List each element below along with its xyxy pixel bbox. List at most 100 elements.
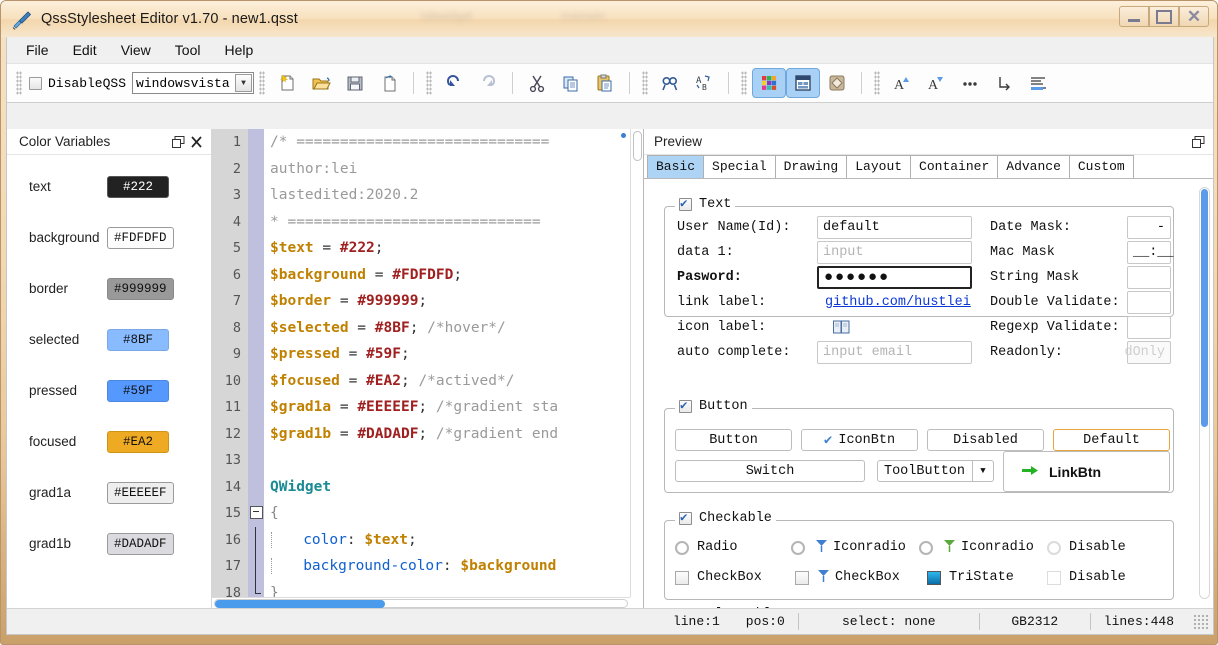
button-plain[interactable]: Button — [675, 429, 792, 451]
find-icon[interactable] — [653, 68, 687, 98]
color-swatch[interactable]: #222 — [107, 175, 169, 198]
color-swatch[interactable]: #999999 — [107, 277, 174, 300]
menu-view[interactable]: View — [110, 39, 162, 61]
paste-icon[interactable] — [588, 68, 622, 98]
button-default[interactable]: Default — [1053, 429, 1170, 451]
color-panel-toggle-icon[interactable] — [752, 68, 787, 98]
password-input[interactable]: ●●●●●● — [817, 266, 972, 289]
code-line: 2 author:lei — [212, 155, 630, 182]
replace-icon[interactable]: A B — [687, 68, 721, 98]
undo-icon[interactable] — [437, 68, 471, 98]
string-mask-input[interactable] — [1127, 266, 1171, 289]
autocomplete-input[interactable]: input email — [817, 341, 972, 364]
radio-plain[interactable] — [675, 541, 689, 555]
radio-icon-green[interactable] — [919, 541, 933, 555]
list-item[interactable]: focused #EA2 — [7, 416, 211, 467]
checkable-group-checkbox[interactable] — [679, 509, 692, 525]
close-button[interactable]: ✕ — [1179, 6, 1209, 27]
resize-grip[interactable] — [1193, 613, 1209, 630]
status-bar: line:1 pos:0 select: none GB2312 lines:4… — [7, 608, 1213, 634]
button-group-checkbox[interactable] — [679, 397, 692, 413]
switch-button[interactable]: Switch — [675, 460, 865, 482]
toolbar-grip-1[interactable] — [16, 71, 22, 95]
checkbox-plain[interactable] — [675, 571, 689, 585]
new-file-icon[interactable] — [270, 68, 304, 98]
save-as-icon[interactable] — [372, 68, 406, 98]
regexp-validate-input[interactable] — [1127, 316, 1171, 339]
preview-panel-toggle-icon[interactable] — [786, 68, 821, 98]
menu-help[interactable]: Help — [213, 39, 264, 61]
indent-icon[interactable] — [1021, 68, 1055, 98]
list-item[interactable]: background #FDFDFD — [7, 212, 211, 263]
date-mask-input[interactable]: - — [1127, 216, 1171, 239]
toolbar-grip-2[interactable] — [259, 71, 266, 95]
color-swatch[interactable]: #DADADF — [107, 532, 174, 555]
checkable-groupbox-legend[interactable]: Checkable — [675, 509, 776, 526]
tab-custom[interactable]: Custom — [1068, 155, 1134, 178]
menu-file[interactable]: File — [15, 39, 60, 61]
tab-basic[interactable]: Basic — [647, 155, 705, 178]
toolbar-grip-4[interactable] — [642, 71, 649, 95]
open-file-icon[interactable] — [304, 68, 338, 98]
chevron-down-icon[interactable]: ▼ — [972, 461, 993, 481]
tab-container[interactable]: Container — [910, 155, 999, 178]
list-item[interactable]: grad1a #EEEEEF — [7, 467, 211, 518]
more-icon[interactable] — [953, 68, 987, 98]
list-item[interactable]: border #999999 — [7, 263, 211, 314]
close-icon[interactable] — [187, 134, 205, 150]
wrap-icon[interactable] — [987, 68, 1021, 98]
mac-mask-input[interactable]: __:__ — [1127, 241, 1174, 264]
radio-icon-blue[interactable] — [791, 541, 805, 555]
text-group-checkbox[interactable] — [679, 195, 692, 211]
redo-icon[interactable] — [471, 68, 505, 98]
color-swatch[interactable]: #59F — [107, 379, 169, 402]
save-file-icon[interactable] — [338, 68, 372, 98]
checkbox-icon[interactable] — [795, 571, 809, 585]
chevron-down-icon[interactable]: ▼ — [235, 74, 253, 92]
text-groupbox-legend[interactable]: Text — [675, 195, 736, 212]
menu-edit[interactable]: Edit — [62, 39, 108, 61]
toolbar-grip-5[interactable] — [741, 71, 748, 95]
editor-vertical-scrollbar[interactable] — [630, 129, 643, 597]
data1-input[interactable]: input — [817, 241, 972, 264]
username-input[interactable]: default — [817, 216, 972, 239]
button-groupbox-legend[interactable]: Button — [675, 397, 752, 414]
scrollbar-thumb[interactable] — [1201, 189, 1208, 427]
cut-icon[interactable] — [520, 68, 554, 98]
github-link[interactable]: github.com/hustlei — [825, 295, 971, 310]
font-smaller-icon[interactable]: A — [919, 68, 953, 98]
tab-advance[interactable]: Advance — [997, 155, 1070, 178]
color-swatch[interactable]: #EA2 — [107, 430, 169, 453]
transparent-icon[interactable] — [820, 68, 854, 98]
minimize-button[interactable] — [1119, 6, 1149, 27]
scrollbar-thumb[interactable] — [633, 131, 642, 161]
list-item[interactable]: selected #8BF — [7, 314, 211, 365]
preview-vertical-scrollbar[interactable] — [1199, 187, 1210, 599]
link-button[interactable]: LinkBtn — [1003, 451, 1170, 492]
float-icon[interactable] — [1189, 134, 1207, 150]
list-item[interactable]: grad1b #DADADF — [7, 518, 211, 569]
button-icon[interactable]: ✔ IconBtn — [801, 429, 918, 451]
disable-qss-checkbox[interactable]: DisableQSS — [29, 76, 126, 91]
double-validate-input[interactable] — [1127, 291, 1171, 314]
color-swatch[interactable]: #FDFDFD — [107, 226, 174, 249]
copy-icon[interactable] — [554, 68, 588, 98]
tab-drawing[interactable]: Drawing — [774, 155, 848, 178]
code-editor[interactable]: 1/* ============================= 2 autho… — [212, 129, 630, 597]
list-item[interactable]: text #222 — [7, 161, 211, 212]
color-swatch[interactable]: #8BF — [107, 328, 169, 351]
checkbox-tristate[interactable] — [927, 571, 941, 585]
menu-tool[interactable]: Tool — [164, 39, 212, 61]
toolbar-grip-3[interactable] — [426, 71, 433, 95]
toolbar-grip-6[interactable] — [874, 71, 881, 95]
tab-special[interactable]: Special — [703, 155, 776, 178]
float-icon[interactable] — [169, 134, 187, 150]
font-bigger-icon[interactable]: A — [885, 68, 919, 98]
style-combo[interactable]: windowsvista ▼ — [132, 72, 255, 94]
scrollbar-thumb[interactable] — [215, 600, 385, 608]
color-swatch[interactable]: #EEEEEF — [107, 481, 174, 504]
tab-layout[interactable]: Layout — [846, 155, 912, 178]
maximize-button[interactable] — [1149, 6, 1179, 27]
list-item[interactable]: pressed #59F — [7, 365, 211, 416]
tool-button[interactable]: ToolButton ▼ — [877, 460, 994, 482]
